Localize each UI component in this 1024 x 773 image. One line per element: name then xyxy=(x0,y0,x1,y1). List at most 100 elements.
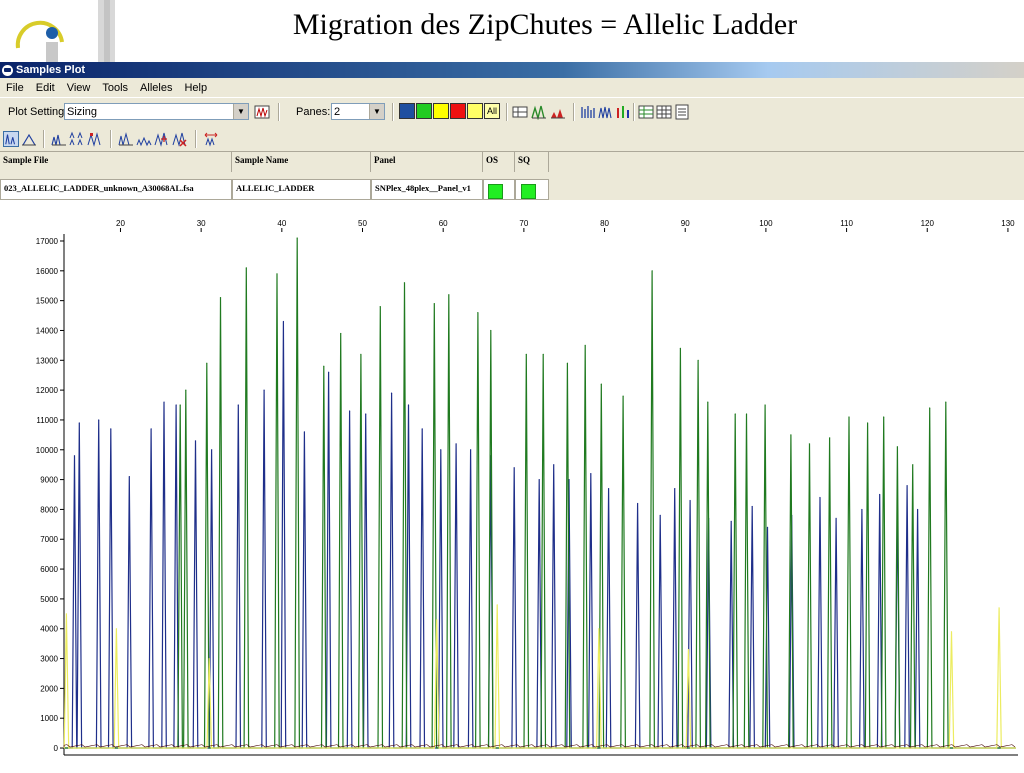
plot-setting-select[interactable]: Sizing ▼ xyxy=(64,103,249,120)
y-tick-label: 4000 xyxy=(40,625,58,634)
cell-sample-file[interactable]: 023_ALLELIC_LADDER_unknown_A30068AL.fsa xyxy=(0,179,232,200)
zoom-in-icon[interactable] xyxy=(118,131,134,147)
electropherogram-chart[interactable]: 0 1000 2000 3000 4000 5000 6000 7000 8000 9000 100… xyxy=(0,200,1024,768)
menu-tools[interactable]: Tools xyxy=(96,82,134,94)
peak-point xyxy=(916,508,919,511)
y-tick-label: 13000 xyxy=(36,356,59,365)
col-sq[interactable]: SQ xyxy=(515,152,549,172)
peak-point xyxy=(751,505,753,508)
peak-point xyxy=(998,607,1000,609)
separate-view-icon[interactable] xyxy=(615,104,631,120)
menu-view[interactable]: View xyxy=(61,82,97,94)
y-tick-label: 5000 xyxy=(40,595,58,604)
peak-point xyxy=(263,389,265,391)
plot-setting-editor-icon[interactable] xyxy=(254,104,270,120)
peak-point xyxy=(637,502,639,505)
peak-point xyxy=(403,282,406,284)
app-icon xyxy=(2,64,13,76)
marker-view-icon[interactable] xyxy=(21,131,37,147)
menu-help[interactable]: Help xyxy=(178,82,213,94)
col-sample-file[interactable]: Sample File xyxy=(0,152,232,172)
panes-select[interactable]: 2 ▼ xyxy=(331,103,385,120)
peak-point xyxy=(513,467,515,469)
toolbar-separator xyxy=(278,103,280,121)
peak-point xyxy=(584,344,586,346)
cell-sample-name[interactable]: ALLELIC_LADDER xyxy=(232,179,371,200)
report-icon[interactable] xyxy=(674,104,690,120)
x-tick-label: 130 xyxy=(1001,219,1015,228)
double-peak-icon[interactable] xyxy=(69,131,85,147)
all-dyes-button[interactable]: All xyxy=(484,103,500,119)
peak-fill-icon[interactable] xyxy=(550,104,566,120)
allele-peak-icon[interactable] xyxy=(87,131,103,147)
peak-point xyxy=(237,404,239,406)
peak-point xyxy=(622,395,624,397)
chevron-down-icon[interactable]: ▼ xyxy=(233,104,248,119)
electropherogram-pane[interactable]: 0 1000 2000 3000 4000 5000 6000 7000 8000 9000 100… xyxy=(0,200,1024,768)
peak-point xyxy=(496,604,498,606)
peak-point xyxy=(390,392,393,394)
peak-point xyxy=(365,413,367,415)
peak-point xyxy=(912,464,914,466)
add-peak-icon[interactable] xyxy=(154,131,170,147)
peak-point xyxy=(303,431,306,433)
yellow-dye-button[interactable] xyxy=(433,103,449,119)
peak-point xyxy=(651,270,653,272)
window-title-bar[interactable] xyxy=(0,62,1024,78)
peak-point xyxy=(883,416,885,418)
overlay-view-icon[interactable] xyxy=(580,104,596,120)
grid-table-icon[interactable] xyxy=(638,104,654,120)
peak-point xyxy=(73,455,76,457)
single-peak-icon[interactable] xyxy=(51,131,67,147)
menu-alleles[interactable]: Alleles xyxy=(134,82,178,94)
green-dye-button[interactable] xyxy=(416,103,432,119)
toolbar-separator xyxy=(110,130,112,148)
delete-peak-icon[interactable] xyxy=(172,131,188,147)
sample-view-icon[interactable] xyxy=(3,131,19,147)
peak-point xyxy=(78,422,80,424)
peak-point xyxy=(185,389,187,391)
red-dye-button[interactable] xyxy=(450,103,466,119)
cell-sq[interactable] xyxy=(515,179,549,200)
menu-edit[interactable]: Edit xyxy=(30,82,61,94)
peak-point xyxy=(679,347,681,349)
peak-point xyxy=(477,311,479,314)
peak-point xyxy=(835,517,837,519)
peak-point xyxy=(206,362,208,364)
table-view-icon[interactable] xyxy=(512,104,528,120)
panes-value: 2 xyxy=(334,106,341,118)
x-tick-label: 100 xyxy=(759,219,773,228)
toolbar-separator xyxy=(633,103,635,121)
col-sample-name[interactable]: Sample Name xyxy=(232,152,371,172)
table-spacer xyxy=(0,172,1024,179)
toolbar-separator xyxy=(573,103,575,121)
table-row[interactable]: 023_ALLELIC_LADDER_unknown_A30068AL.fsa … xyxy=(0,179,1024,200)
range-arrows-icon[interactable] xyxy=(203,131,219,147)
peak-point xyxy=(945,401,947,403)
peak-point xyxy=(600,383,602,385)
orange-dye-button[interactable] xyxy=(467,103,483,119)
col-panel[interactable]: Panel xyxy=(371,152,483,172)
menu-file[interactable]: File xyxy=(0,82,30,94)
peak-point xyxy=(211,449,213,451)
cell-os[interactable] xyxy=(483,179,515,200)
peak-point xyxy=(906,484,908,487)
bin-view-icon[interactable] xyxy=(531,104,547,120)
menu-bar: File Edit View Tools Alleles Help xyxy=(0,78,1024,97)
peak-point xyxy=(276,273,278,275)
peak-point xyxy=(455,443,457,445)
sizing-table-icon[interactable] xyxy=(656,104,672,120)
col-os[interactable]: OS xyxy=(483,152,515,172)
plot-setting-value: Sizing xyxy=(67,106,97,118)
peak-point xyxy=(150,428,152,430)
peak-point xyxy=(440,449,442,451)
toolbar-separator xyxy=(506,103,508,121)
cell-panel[interactable]: SNPlex_48plex__Panel_v1 xyxy=(371,179,483,200)
peak-point xyxy=(697,359,699,361)
peak-point xyxy=(349,410,351,412)
peak-point xyxy=(296,237,298,239)
stacked-view-icon[interactable] xyxy=(598,104,614,120)
chevron-down-icon[interactable]: ▼ xyxy=(369,104,384,119)
blue-dye-button[interactable] xyxy=(399,103,415,119)
zoom-out-icon[interactable] xyxy=(136,131,152,147)
